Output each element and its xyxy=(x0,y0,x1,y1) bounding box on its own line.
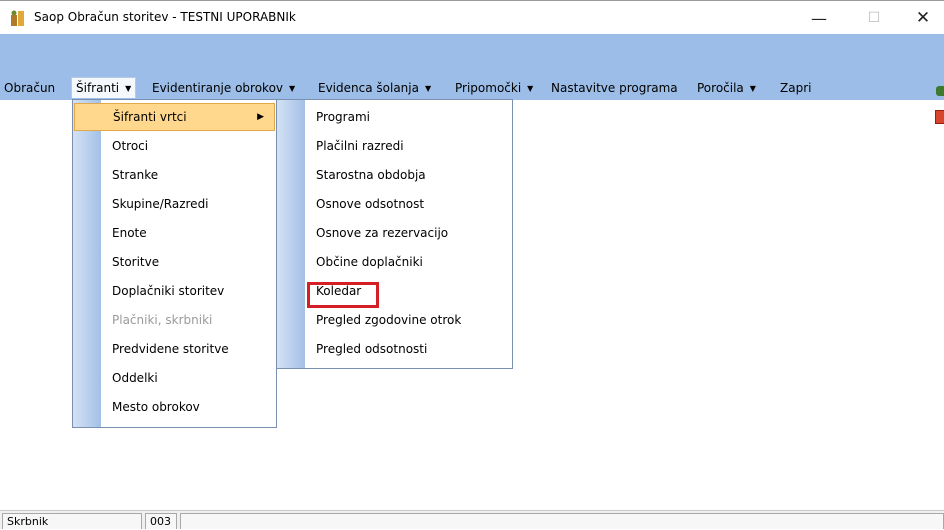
menu-item-predvidene-storitve[interactable]: Predvidene storitve xyxy=(74,335,275,363)
menu-item-pregled-odsotnosti[interactable]: Pregled odsotnosti xyxy=(278,335,511,363)
menu-item-label: Pregled zgodovine otrok xyxy=(316,313,462,327)
menu-item-oddelki[interactable]: Oddelki xyxy=(74,364,275,392)
title-bar: Saop Obračun storitev - TESTNI UPORABNIk… xyxy=(0,0,944,35)
menu-label: Evidentiranje obrokov xyxy=(152,81,284,95)
menu-item-label: Doplačniki storitev xyxy=(112,284,225,298)
status-code: 003 xyxy=(145,513,177,529)
menu-evidenca-solanja[interactable]: Evidenca šolanja ▼ xyxy=(318,77,431,99)
toolbar-icon[interactable] xyxy=(935,110,944,124)
menu-evidentiranje-obrokov[interactable]: Evidentiranje obrokov ▼ xyxy=(152,77,295,99)
menu-label: Pripomočki xyxy=(455,81,522,95)
sifranti-vrtci-submenu: Programi Plačilni razredi Starostna obdo… xyxy=(276,99,513,369)
submenu-arrow-icon: ▶ xyxy=(257,112,264,122)
menu-item-label: Pregled odsotnosti xyxy=(316,342,428,356)
menu-item-stranke[interactable]: Stranke xyxy=(74,161,275,189)
menu-zapri[interactable]: Zapri xyxy=(780,77,811,99)
menu-item-programi[interactable]: Programi xyxy=(278,103,511,131)
menu-porocila[interactable]: Poročila ▼ xyxy=(697,77,756,99)
menu-pripomocki[interactable]: Pripomočki ▼ xyxy=(455,77,533,99)
menu-item-doplacniki-storitev[interactable]: Doplačniki storitev xyxy=(74,277,275,305)
menu-item-label: Mesto obrokov xyxy=(112,400,200,414)
close-button[interactable]: ✕ xyxy=(900,1,944,35)
menu-label: Zapri xyxy=(780,81,812,95)
menu-item-skupine-razredi[interactable]: Skupine/Razredi xyxy=(74,190,275,218)
menu-item-placniki-skrbniki: Plačniki, skrbniki xyxy=(74,306,275,334)
menu-item-otroci[interactable]: Otroci xyxy=(74,132,275,160)
status-field xyxy=(180,513,944,529)
menu-item-label: Šifranti vrtci xyxy=(113,110,187,124)
menu-item-label: Plačniki, skrbniki xyxy=(112,313,213,327)
minimize-button[interactable]: — xyxy=(796,1,842,35)
menu-item-sifranti-vrtci[interactable]: Šifranti vrtci ▶ xyxy=(74,103,275,131)
toolbar-icon[interactable] xyxy=(936,86,944,96)
window-title: Saop Obračun storitev - TESTNI UPORABNIk xyxy=(34,10,296,24)
menu-item-label: Programi xyxy=(316,110,370,124)
menu-item-placilni-razredi[interactable]: Plačilni razredi xyxy=(278,132,511,160)
menu-item-label: Stranke xyxy=(112,168,159,182)
menu-obracun[interactable]: Obračun xyxy=(4,77,55,99)
menu-item-label: Predvidene storitve xyxy=(112,342,229,356)
menu-item-label: Otroci xyxy=(112,139,149,153)
menu-item-label: Občine doplačniki xyxy=(316,255,423,269)
sifranti-dropdown: Šifranti vrtci ▶ Otroci Stranke Skupine/… xyxy=(72,99,277,428)
chevron-down-icon: ▼ xyxy=(125,83,132,93)
menu-label: Šifranti xyxy=(76,81,120,95)
maximize-button[interactable]: ☐ xyxy=(851,1,897,35)
menu-item-label: Osnove za rezervacijo xyxy=(316,226,449,240)
menu-item-label: Enote xyxy=(112,226,147,240)
menu-label: Nastavitve programa xyxy=(551,81,678,95)
menu-item-label: Osnove odsotnost xyxy=(316,197,425,211)
menu-item-enote[interactable]: Enote xyxy=(74,219,275,247)
menu-item-storitve[interactable]: Storitve xyxy=(74,248,275,276)
menu-item-label: Plačilni razredi xyxy=(316,139,404,153)
highlight-box xyxy=(307,282,379,308)
status-user: Skrbnik xyxy=(2,513,142,529)
menu-label: Obračun xyxy=(4,81,56,95)
menu-item-osnove-za-rezervacijo[interactable]: Osnove za rezervacijo xyxy=(278,219,511,247)
chevron-down-icon: ▼ xyxy=(527,83,534,93)
menu-item-obcine-doplacniki[interactable]: Občine doplačniki xyxy=(278,248,511,276)
menu-nastavitve-programa[interactable]: Nastavitve programa xyxy=(551,77,678,99)
menu-item-starostna-obdobja[interactable]: Starostna obdobja xyxy=(278,161,511,189)
menu-sifranti[interactable]: Šifranti ▼ xyxy=(71,77,137,98)
menu-label: Evidenca šolanja xyxy=(318,81,419,95)
status-bar: Skrbnik 003 xyxy=(0,510,944,529)
chevron-down-icon: ▼ xyxy=(289,83,296,93)
chevron-down-icon: ▼ xyxy=(749,83,756,93)
chevron-down-icon: ▼ xyxy=(424,83,432,93)
app-icon xyxy=(10,9,26,27)
menu-item-osnove-odsotnost[interactable]: Osnove odsotnost xyxy=(278,190,511,218)
menu-label: Poročila xyxy=(697,81,744,95)
menu-item-label: Skupine/Razredi xyxy=(112,197,209,211)
menu-item-label: Storitve xyxy=(112,255,160,269)
menu-item-pregled-zgodovine-otrok[interactable]: Pregled zgodovine otrok xyxy=(278,306,511,334)
menu-item-label: Starostna obdobja xyxy=(316,168,426,182)
menu-item-mesto-obrokov[interactable]: Mesto obrokov xyxy=(74,393,275,421)
menu-item-label: Oddelki xyxy=(112,371,158,385)
